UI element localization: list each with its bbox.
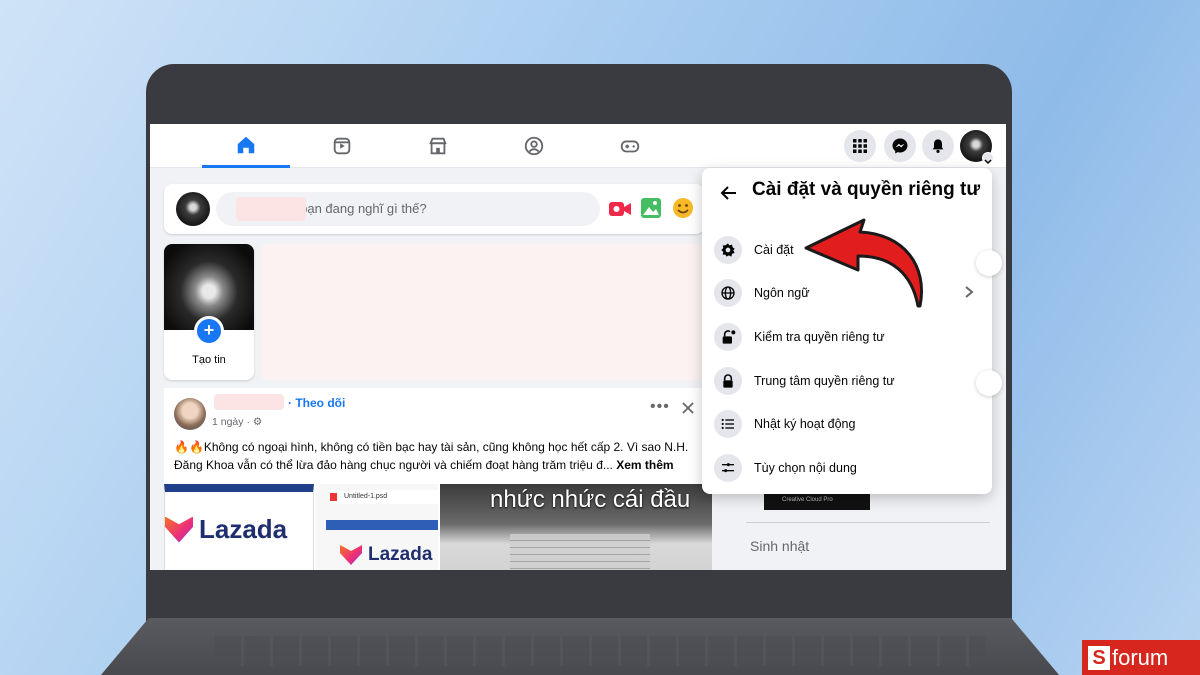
messenger-icon — [892, 138, 908, 154]
post-author-avatar[interactable] — [174, 398, 206, 430]
post-image-3: nhức nhức cái đầu — [440, 484, 712, 570]
top-navigation-bar — [150, 124, 1006, 168]
content-preferences-icon — [714, 454, 742, 482]
sforum-logo: S — [1088, 645, 1110, 670]
menu-item-privacy-center[interactable]: Trung tâm quyền riêng tư — [710, 361, 984, 401]
create-story-label: Tạo tin — [192, 354, 226, 366]
file-icon — [330, 493, 337, 501]
stories-area — [262, 244, 704, 380]
menu-item-content-preferences[interactable]: Tùy chọn nội dung — [710, 448, 984, 488]
lock-check-icon — [714, 323, 742, 351]
redacted-author — [214, 394, 284, 410]
tab-video[interactable] — [298, 124, 386, 168]
lazada-logo-small: Lazada — [340, 544, 432, 566]
gear-icon — [714, 236, 742, 264]
laptop-keyboard — [215, 636, 985, 666]
menu-title: Cài đặt và quyền riêng tư — [752, 179, 981, 200]
right-column: Creative Cloud Pro Sinh nhật — [734, 484, 994, 570]
gaming-icon — [620, 140, 640, 153]
post-images[interactable]: Lazada Untitled-1.psd Lazada nhức nhức c… — [164, 484, 712, 570]
post-image-2: Untitled-1.psd Lazada — [316, 484, 438, 570]
bell-icon — [932, 139, 944, 153]
menu-item-activity-log[interactable]: Nhật ký hoạt động — [710, 404, 984, 444]
menu-item-label: Kiểm tra quyền riêng tư — [754, 330, 885, 344]
post-image-1: Lazada — [164, 484, 314, 570]
file-tab: Untitled-1.psd — [328, 490, 438, 504]
image-overlay-text: nhức nhức cái đầu — [490, 486, 691, 513]
post-text: 🔥🔥Không có ngoại hình, không có tiền bạc… — [174, 440, 689, 472]
sforum-watermark: S forum — [1082, 640, 1200, 675]
menu-item-privacy-checkup[interactable]: Kiểm tra quyền riêng tư — [710, 317, 984, 357]
feed-post: · Theo dõi 1 ngày · ⚙ ••• 🔥🔥Không có ngo… — [164, 388, 712, 570]
back-arrow-icon[interactable] — [718, 182, 740, 204]
follow-link[interactable]: · Theo dõi — [288, 396, 345, 410]
lock-icon — [714, 367, 742, 395]
settings-privacy-menu: Cài đặt và quyền riêng tư Cài đặt Ngôn n… — [702, 168, 992, 494]
drop-icon[interactable] — [976, 370, 1002, 396]
menu-button[interactable] — [844, 130, 876, 162]
chevron-right-icon — [965, 286, 974, 298]
tab-marketplace[interactable] — [394, 124, 482, 168]
document-lines — [510, 534, 650, 570]
video-icon — [333, 137, 351, 155]
birthdays-heading: Sinh nhật — [750, 538, 810, 554]
notifications-button[interactable] — [922, 130, 954, 162]
see-more-link[interactable]: Xem thêm — [616, 458, 673, 472]
groups-icon — [524, 136, 544, 156]
post-time: 1 ngày · ⚙ — [212, 416, 263, 428]
live-video-icon[interactable] — [608, 198, 632, 220]
facebook-screen: i, bạn đang nghĩ gì thế? + Tạo tin · The… — [150, 124, 1006, 570]
divider — [746, 522, 990, 523]
close-icon[interactable] — [682, 402, 694, 414]
menu-item-label: Cài đặt — [754, 243, 794, 257]
menu-item-label: Nhật ký hoạt động — [754, 417, 856, 431]
marketplace-icon — [429, 137, 447, 155]
plus-icon: + — [194, 316, 224, 346]
more-options-icon[interactable]: ••• — [650, 398, 670, 416]
create-story-card[interactable]: + Tạo tin — [164, 244, 254, 380]
menu-item-label: Trung tâm quyền riêng tư — [754, 374, 895, 388]
edit-icon[interactable] — [976, 250, 1002, 276]
feeling-icon[interactable] — [672, 197, 694, 219]
home-icon — [237, 136, 255, 153]
sforum-text: forum — [1112, 644, 1169, 670]
image-bar — [326, 520, 438, 530]
redacted-name — [236, 197, 306, 221]
tab-gaming[interactable] — [586, 124, 674, 168]
tab-home[interactable] — [202, 124, 290, 168]
menu-item-label: Tùy chọn nội dung — [754, 461, 857, 475]
globe-icon — [714, 279, 742, 307]
list-icon — [714, 410, 742, 438]
photo-video-icon[interactable] — [640, 197, 662, 219]
lazada-logo: Lazada — [165, 514, 287, 545]
messenger-button[interactable] — [884, 130, 916, 162]
globe-icon: ⚙ — [252, 416, 263, 428]
annotation-arrow — [804, 218, 923, 308]
post-composer: i, bạn đang nghĩ gì thế? — [164, 184, 704, 234]
tab-groups[interactable] — [490, 124, 578, 168]
menu-grid-icon — [853, 139, 867, 153]
chevron-down-icon — [982, 152, 994, 165]
composer-avatar — [176, 192, 210, 226]
